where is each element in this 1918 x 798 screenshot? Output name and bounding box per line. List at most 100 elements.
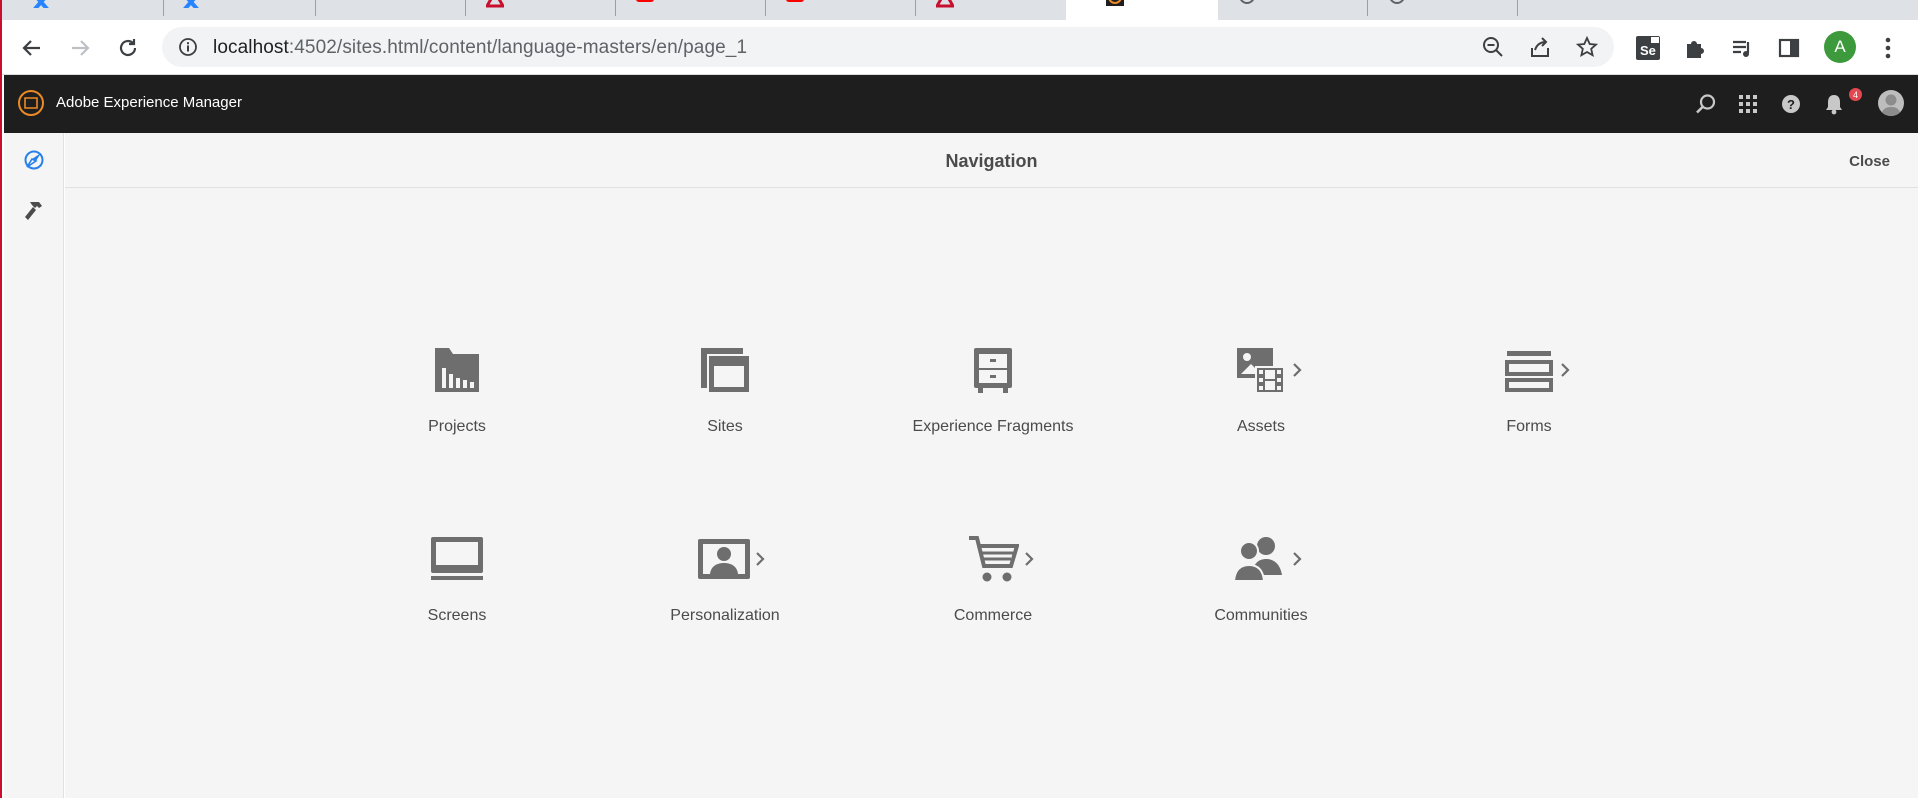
nav-item-label: Forms bbox=[1506, 418, 1552, 435]
nav-item-projects[interactable]: Projects bbox=[357, 346, 557, 456]
search-button[interactable] bbox=[1694, 92, 1718, 116]
browser-tab[interactable] bbox=[616, 0, 766, 20]
nav-item-label: Communities bbox=[1214, 607, 1308, 624]
browser-tab[interactable] bbox=[164, 0, 316, 20]
aem-header: Adobe Experience Manager ? 4 bbox=[4, 75, 1918, 133]
selenium-icon: Se bbox=[1636, 36, 1660, 60]
tab-strip bbox=[2, 0, 1918, 20]
user-silhouette-icon bbox=[1881, 94, 1901, 116]
reload-icon bbox=[119, 39, 137, 57]
playlist-icon bbox=[1733, 40, 1750, 57]
side-panel-button[interactable] bbox=[1775, 34, 1803, 62]
aem-logo-icon[interactable] bbox=[17, 89, 45, 117]
forward-button[interactable] bbox=[64, 32, 96, 64]
info-icon[interactable] bbox=[178, 37, 198, 57]
bookmark-button[interactable] bbox=[1575, 35, 1599, 59]
puzzle-icon bbox=[1687, 41, 1704, 58]
share-icon bbox=[1531, 37, 1549, 57]
notifications-button[interactable] bbox=[1822, 92, 1846, 116]
browser-tab[interactable] bbox=[916, 0, 1066, 20]
browser-tab[interactable] bbox=[466, 0, 616, 20]
side-panel-icon bbox=[1778, 38, 1800, 58]
url-text[interactable]: localhost:4502/sites.html/content/langua… bbox=[213, 37, 747, 59]
nav-item-assets[interactable]: Assets bbox=[1161, 346, 1361, 456]
browser-tab[interactable] bbox=[766, 0, 916, 20]
compass-icon bbox=[24, 150, 44, 170]
browser-toolbar: localhost:4502/sites.html/content/langua… bbox=[2, 20, 1918, 75]
chevron-right-icon bbox=[1561, 363, 1570, 377]
commerce-icon bbox=[969, 536, 1019, 582]
url-host: localhost bbox=[213, 37, 289, 58]
experience-fragments-icon bbox=[974, 348, 1012, 393]
browser-menu-button[interactable] bbox=[1874, 34, 1902, 62]
navigation-panel: Navigation Close Projects Sites Experien… bbox=[65, 133, 1918, 798]
chevron-right-icon bbox=[1293, 552, 1302, 566]
browser-tab[interactable] bbox=[1368, 0, 1518, 20]
aem-favicon-icon bbox=[1106, 0, 1124, 6]
nav-item-screens[interactable]: Screens bbox=[357, 535, 557, 645]
youtube-icon bbox=[786, 0, 804, 2]
media-control-button[interactable] bbox=[1728, 34, 1756, 62]
star-icon bbox=[1576, 36, 1598, 57]
youtube-icon bbox=[636, 0, 654, 2]
help-icon: ? bbox=[1782, 95, 1800, 113]
close-button[interactable]: Close bbox=[1849, 153, 1890, 170]
solutions-button[interactable] bbox=[1736, 92, 1760, 116]
arrow-right-icon bbox=[72, 40, 90, 56]
help-button[interactable]: ? bbox=[1779, 92, 1803, 116]
browser-window: localhost:4502/sites.html/content/langua… bbox=[0, 0, 1918, 798]
browser-tab-active[interactable] bbox=[1066, 0, 1218, 20]
apps-grid-icon bbox=[1739, 95, 1757, 113]
globe-icon bbox=[1390, 0, 1404, 4]
navigation-toggle-button[interactable] bbox=[21, 147, 47, 173]
personalization-icon bbox=[698, 539, 750, 579]
nav-item-personalization[interactable]: Personalization bbox=[625, 535, 825, 645]
chevron-right-icon bbox=[1293, 363, 1302, 377]
screens-icon bbox=[431, 537, 483, 580]
arrow-left-icon bbox=[22, 40, 40, 56]
navigation-panel-header: Navigation Close bbox=[65, 133, 1918, 188]
browser-tab[interactable] bbox=[2, 0, 164, 20]
panel-title: Navigation bbox=[945, 151, 1038, 171]
bell-icon bbox=[1826, 95, 1842, 115]
address-bar[interactable]: localhost:4502/sites.html/content/langua… bbox=[162, 27, 1614, 67]
extensions-button[interactable] bbox=[1681, 34, 1709, 62]
zoom-out-icon bbox=[1483, 37, 1503, 57]
globe-icon bbox=[1240, 0, 1254, 4]
user-avatar[interactable] bbox=[1878, 90, 1904, 116]
svg-text:?: ? bbox=[1787, 97, 1795, 112]
sites-icon bbox=[701, 348, 749, 392]
share-button[interactable] bbox=[1528, 35, 1552, 59]
hammer-icon bbox=[25, 202, 42, 220]
chevron-right-icon bbox=[756, 552, 765, 566]
projects-icon bbox=[435, 348, 479, 392]
browser-tab[interactable] bbox=[316, 0, 466, 20]
nav-item-communities[interactable]: Communities bbox=[1161, 535, 1361, 645]
nav-item-commerce[interactable]: Commerce bbox=[893, 535, 1093, 645]
nav-item-experience-fragments[interactable]: Experience Fragments bbox=[893, 346, 1093, 456]
nav-item-sites[interactable]: Sites bbox=[625, 346, 825, 456]
profile-avatar[interactable]: A bbox=[1824, 31, 1856, 63]
zoom-button[interactable] bbox=[1481, 35, 1505, 59]
tools-button[interactable] bbox=[21, 198, 47, 224]
chevron-right-icon bbox=[1025, 552, 1034, 566]
x-icon bbox=[33, 0, 49, 8]
notification-count-badge: 4 bbox=[1849, 88, 1862, 101]
nav-item-label: Commerce bbox=[953, 607, 1033, 624]
reload-button[interactable] bbox=[112, 32, 144, 64]
back-button[interactable] bbox=[16, 32, 48, 64]
search-icon bbox=[1696, 94, 1716, 114]
adobe-icon bbox=[486, 0, 504, 8]
browser-tab[interactable] bbox=[1218, 0, 1368, 20]
nav-item-forms[interactable]: Forms bbox=[1429, 346, 1629, 456]
assets-icon bbox=[1237, 348, 1285, 394]
adobe-icon bbox=[936, 0, 954, 8]
nav-item-label: Experience Fragments bbox=[912, 418, 1074, 435]
nav-item-label: Personalization bbox=[670, 607, 780, 624]
selenium-extension-button[interactable]: Se bbox=[1634, 34, 1662, 62]
aem-product-title[interactable]: Adobe Experience Manager bbox=[56, 94, 242, 111]
forms-icon bbox=[1505, 351, 1553, 392]
browser-tab[interactable] bbox=[1518, 0, 1668, 20]
communities-icon bbox=[1232, 537, 1282, 582]
left-rail bbox=[4, 133, 64, 798]
